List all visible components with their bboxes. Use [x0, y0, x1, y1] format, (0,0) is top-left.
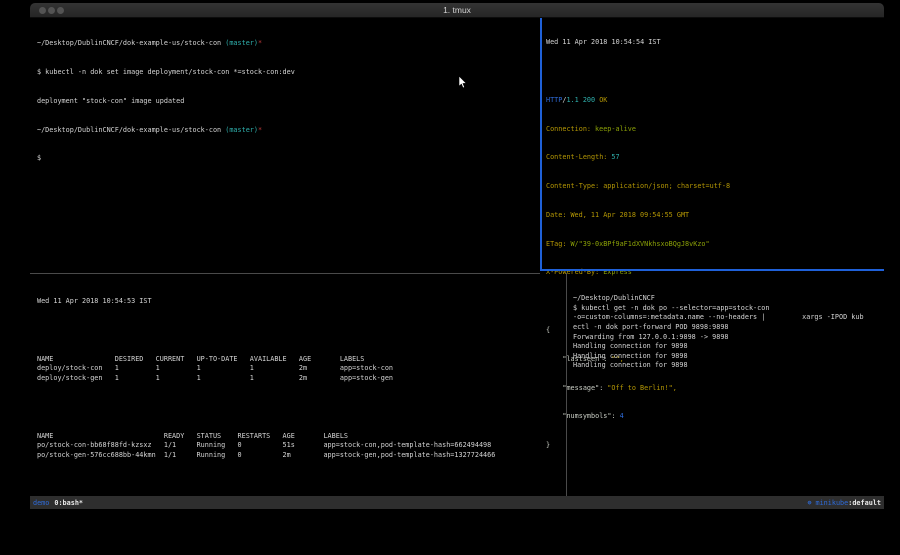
status-left: demo 0:bash*: [33, 499, 83, 507]
http-header-line: Date:Wed, 11 Apr 2018 09:54:55 GMT: [546, 211, 884, 221]
active-pane-border-vertical[interactable]: [540, 18, 542, 269]
git-branch: (master): [225, 126, 258, 134]
command-output: deployment "stock-con" image updated: [37, 97, 545, 107]
titlebar[interactable]: 1. tmux: [30, 3, 884, 18]
window-title: 1. tmux: [30, 5, 884, 15]
pane-bottom-right[interactable]: ~/Desktop/DublinCNCF $ kubectl get -n do…: [568, 271, 884, 496]
pods-table: NAME READY STATUS RESTARTS AGE LABELS po…: [37, 432, 571, 461]
pane-top-left[interactable]: ~/Desktop/DublinCNCF/dok-example-us/stoc…: [30, 18, 545, 271]
kube-context: minikube: [816, 499, 849, 507]
prompt-line: ~/Desktop/DublinCNCF/dok-example-us/stoc…: [37, 39, 545, 49]
git-dirty-flag: *: [258, 126, 262, 134]
tmux-status-bar: demo 0:bash* ☸ minikube:default: [30, 496, 884, 509]
kube-context-icon: ☸: [807, 499, 811, 507]
http-header-line: Content-Type:application/json; charset=u…: [546, 182, 884, 192]
git-branch: (master): [225, 39, 258, 47]
status-right: ☸ minikube:default: [807, 499, 881, 507]
port-forward-output: ~/Desktop/DublinCNCF $ kubectl get -n do…: [573, 294, 884, 371]
timestamp: Wed 11 Apr 2018 10:54:53 IST: [37, 297, 571, 307]
pane-bottom-left[interactable]: Wed 11 Apr 2018 10:54:53 IST NAME DESIRE…: [30, 274, 571, 496]
session-name: demo: [33, 499, 49, 507]
mouse-pointer-icon: [458, 76, 467, 89]
http-header-line: ETag:W/"39-0xBPf9aF1dXVNkhsxoBQgJ8vKzo": [546, 240, 884, 250]
kube-namespace: :default: [848, 499, 881, 507]
terminal-content: ~/Desktop/DublinCNCF/dok-example-us/stoc…: [30, 18, 884, 496]
http-header-line: Connection:keep-alive: [546, 125, 884, 135]
prompt-line: $: [37, 154, 545, 164]
pane-top-right[interactable]: Wed 11 Apr 2018 10:54:54 IST HTTP/1.1 20…: [542, 18, 884, 268]
timestamp: Wed 11 Apr 2018 10:54:54 IST: [546, 38, 884, 48]
command-line: $ kubectl -n dok set image deployment/st…: [37, 68, 545, 78]
deployments-table: NAME DESIRED CURRENT UP-TO-DATE AVAILABL…: [37, 355, 571, 384]
http-header-line: Content-Length:57: [546, 153, 884, 163]
prompt-line: ~/Desktop/DublinCNCF/dok-example-us/stoc…: [37, 126, 545, 136]
terminal-window: 1. tmux ~/Desktop/DublinCNCF/dok-example…: [30, 3, 884, 509]
window-list-item[interactable]: 0:bash*: [54, 499, 83, 507]
git-dirty-flag: *: [258, 39, 262, 47]
http-status-line: HTTP/1.1 200 OK: [546, 96, 884, 106]
